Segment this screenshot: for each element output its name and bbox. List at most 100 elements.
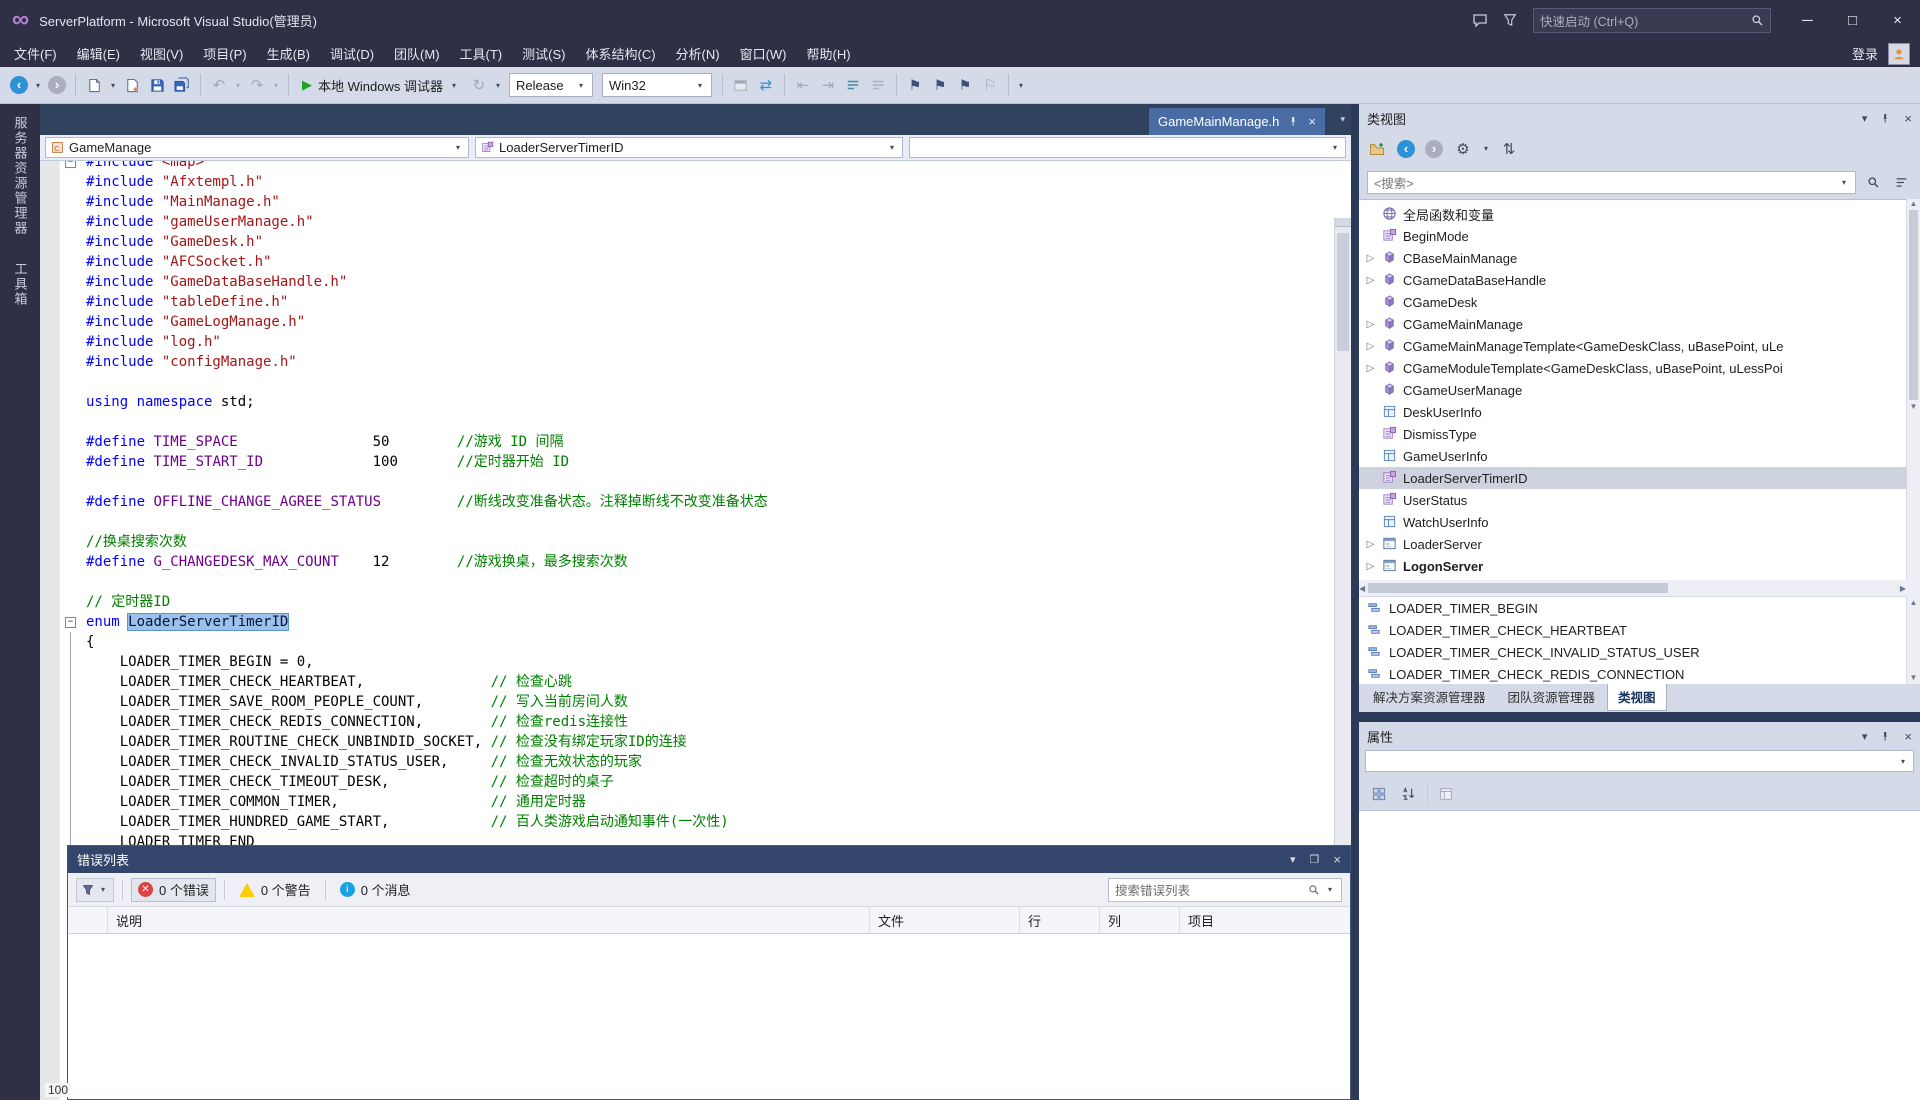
menu-item[interactable]: 项目(P) xyxy=(193,40,256,67)
window-position-icon[interactable]: ▾ xyxy=(1862,112,1868,125)
bookmark-next-icon[interactable]: ⚑ xyxy=(954,73,976,97)
new-folder-button[interactable] xyxy=(1365,137,1389,161)
menu-item[interactable]: 分析(N) xyxy=(666,40,730,67)
sort-icon[interactable]: ⇅ xyxy=(1497,137,1521,161)
selected-identifier[interactable]: LoaderServerTimerID xyxy=(128,614,288,630)
side-tool-tab[interactable]: 服务器资源管理器 xyxy=(11,116,30,236)
messages-toggle-button[interactable]: i 0 个消息 xyxy=(334,878,417,902)
close-panel-icon[interactable]: × xyxy=(1333,852,1341,867)
member-list-item[interactable]: LOADER_TIMER_CHECK_REDIS_CONNECTION xyxy=(1359,663,1906,684)
fold-collapse-icon[interactable]: − xyxy=(65,617,76,628)
new-file-icon[interactable] xyxy=(83,73,105,97)
bookmark-clear-icon[interactable]: ⚐ xyxy=(979,73,1001,97)
tree-item[interactable]: WatchUserInfo xyxy=(1359,511,1906,533)
pin-icon[interactable] xyxy=(1880,731,1891,742)
minimize-button[interactable]: ─ xyxy=(1785,0,1830,40)
tree-horizontal-scrollbar[interactable]: ◀▶ xyxy=(1359,580,1906,596)
type-dropdown[interactable]: LoaderServerTimerID ▾ xyxy=(475,137,903,158)
chevron-down-icon[interactable]: ▾ xyxy=(1839,178,1849,187)
tree-item[interactable]: ▷CBaseMainManage xyxy=(1359,247,1906,269)
scroll-up-icon[interactable]: ▲ xyxy=(1910,598,1918,607)
view-options-icon[interactable] xyxy=(1890,171,1912,193)
menu-item[interactable]: 生成(B) xyxy=(257,40,320,67)
split-handle[interactable] xyxy=(1335,218,1351,227)
scrollbar-thumb[interactable] xyxy=(1337,233,1349,351)
warnings-toggle-button[interactable]: 0 个警告 xyxy=(233,878,317,902)
menu-item[interactable]: 测试(S) xyxy=(512,40,575,67)
expander-icon[interactable]: ▷ xyxy=(1364,561,1377,572)
close-tab-icon[interactable]: × xyxy=(1308,114,1316,129)
sync-icon[interactable]: ⇄ xyxy=(755,73,777,97)
toolbar-overflow-icon[interactable]: ▾ xyxy=(1016,81,1026,90)
tree-item[interactable]: 全局函数和变量 xyxy=(1359,203,1906,225)
menu-item[interactable]: 团队(M) xyxy=(384,40,450,67)
menu-item[interactable]: 体系结构(C) xyxy=(575,40,665,67)
close-panel-icon[interactable]: × xyxy=(1904,111,1912,126)
scrollbar-thumb[interactable] xyxy=(1368,583,1668,593)
quick-launch-search[interactable]: 快速启动 (Ctrl+Q) xyxy=(1533,8,1771,33)
dock-tab[interactable]: 类视图 xyxy=(1607,684,1667,711)
tree-item[interactable]: ▷CGameDataBaseHandle xyxy=(1359,269,1906,291)
menu-item[interactable]: 文件(F) xyxy=(4,40,67,67)
column-header-icon[interactable] xyxy=(68,907,108,933)
class-view-search-box[interactable]: <搜索> ▾ xyxy=(1367,171,1856,194)
redo-dropdown-icon[interactable]: ▾ xyxy=(271,81,281,90)
solution-platform-combo[interactable]: Win32 ▾ xyxy=(602,73,712,97)
column-header[interactable]: 列 xyxy=(1100,907,1180,933)
column-header[interactable]: 文件 xyxy=(870,907,1020,933)
tree-item[interactable]: CGameUserManage xyxy=(1359,379,1906,401)
project-scope-dropdown[interactable]: C GameManage ▾ xyxy=(45,137,469,158)
menu-item[interactable]: 窗口(W) xyxy=(730,40,797,67)
attach-process-icon[interactable] xyxy=(730,73,752,97)
menu-item[interactable]: 帮助(H) xyxy=(797,40,861,67)
editor-zoom-level[interactable]: 100 xyxy=(45,1083,71,1097)
tree-item[interactable]: CGameDesk xyxy=(1359,291,1906,313)
scroll-down-icon[interactable]: ▼ xyxy=(1910,673,1918,682)
expander-icon[interactable]: ▷ xyxy=(1364,253,1377,264)
expander-icon[interactable]: ▷ xyxy=(1364,363,1377,374)
column-header[interactable]: 说明 xyxy=(108,907,870,933)
document-tab[interactable]: GameMainManage.h × xyxy=(1149,108,1325,135)
tree-item[interactable]: UserStatus xyxy=(1359,489,1906,511)
tree-vertical-scrollbar[interactable]: ▲▼ xyxy=(1906,199,1920,580)
tab-list-dropdown-icon[interactable]: ▾ xyxy=(1340,114,1345,125)
maximize-panel-icon[interactable]: ❐ xyxy=(1310,853,1320,866)
expander-icon[interactable]: ▷ xyxy=(1364,275,1377,286)
class-view-forward-icon[interactable]: › xyxy=(1425,140,1443,158)
redo-icon[interactable]: ↷ xyxy=(246,73,268,97)
tree-item[interactable]: ▷LogonServer xyxy=(1359,555,1906,577)
expander-icon[interactable]: ▷ xyxy=(1364,539,1377,550)
sign-in-button[interactable]: 登录 xyxy=(1852,44,1878,63)
pin-icon[interactable] xyxy=(1880,113,1891,124)
member-dropdown[interactable]: ▾ xyxy=(909,137,1346,158)
tree-item[interactable]: BeginMode xyxy=(1359,225,1906,247)
member-list-item[interactable]: LOADER_TIMER_CHECK_HEARTBEAT xyxy=(1359,619,1906,641)
new-file-dropdown-icon[interactable]: ▾ xyxy=(108,81,118,90)
solution-configuration-combo[interactable]: Release ▾ xyxy=(509,73,593,97)
tree-item[interactable]: DeskUserInfo xyxy=(1359,401,1906,423)
properties-body[interactable] xyxy=(1359,810,1920,1100)
column-header[interactable]: 项目 xyxy=(1180,907,1350,933)
column-header[interactable]: 行 xyxy=(1020,907,1100,933)
error-list-header[interactable]: 错误列表 ▾ ❐ × xyxy=(68,846,1350,873)
add-item-icon[interactable] xyxy=(121,73,143,97)
user-avatar-icon[interactable] xyxy=(1888,43,1910,65)
close-button[interactable]: × xyxy=(1875,0,1920,40)
save-all-icon[interactable] xyxy=(171,73,193,97)
expander-icon[interactable]: ▷ xyxy=(1364,341,1377,352)
restart-dropdown-icon[interactable]: ▾ xyxy=(493,81,503,90)
comment-icon[interactable] xyxy=(842,73,864,97)
menu-item[interactable]: 编辑(E) xyxy=(67,40,130,67)
tree-item[interactable]: ▷CGameMainManage xyxy=(1359,313,1906,335)
tree-item[interactable]: ▷LoaderServer xyxy=(1359,533,1906,555)
dock-tab[interactable]: 解决方案资源管理器 xyxy=(1363,684,1496,710)
menu-item[interactable]: 调试(D) xyxy=(320,40,384,67)
scrollbar-thumb[interactable] xyxy=(1909,210,1918,400)
bookmark-previous-icon[interactable]: ⚑ xyxy=(929,73,951,97)
errors-toggle-button[interactable]: ✕ 0 个错误 xyxy=(131,878,216,902)
undo-icon[interactable]: ↶ xyxy=(208,73,230,97)
member-list-item[interactable]: LOADER_TIMER_CHECK_INVALID_STATUS_USER xyxy=(1359,641,1906,663)
menu-item[interactable]: 视图(V) xyxy=(130,40,193,67)
window-position-icon[interactable]: ▾ xyxy=(1290,853,1296,866)
navigate-forward-icon[interactable]: › xyxy=(48,76,66,94)
